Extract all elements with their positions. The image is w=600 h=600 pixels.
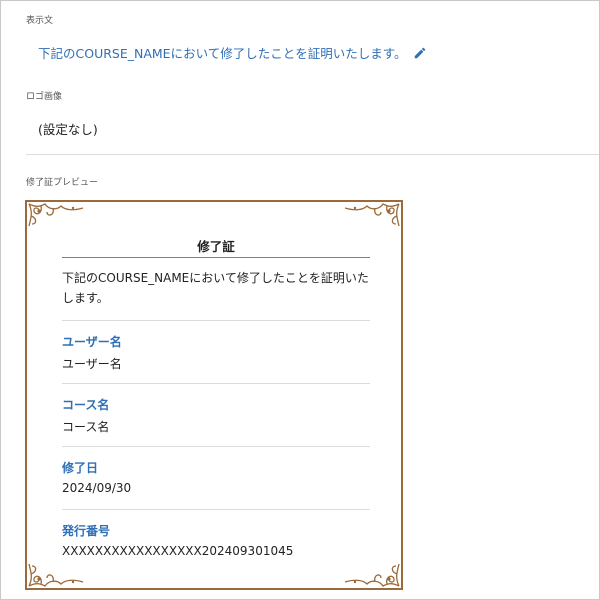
field-value-issue-number: XXXXXXXXXXXXXXXXX202409301045 [62, 544, 294, 558]
field-divider [62, 509, 370, 510]
certificate-body: 下記のCOURSE_NAMEにおいて修了したことを証明いたします。 [62, 271, 369, 305]
display-text-row: 下記のCOURSE_NAMEにおいて修了したことを証明いたします。 [38, 43, 427, 62]
corner-ornament-icon [344, 203, 400, 227]
field-label-issue-number: 発行番号 [62, 524, 111, 538]
logo-image-value: (設定なし) [38, 122, 98, 137]
certificate-preview: 修了証 下記のCOURSE_NAMEにおいて修了したことを証明いたします。 ユー… [25, 200, 403, 590]
field-value-course-name: コース名 [62, 420, 110, 434]
field-divider [62, 446, 370, 447]
title-underline [62, 257, 370, 258]
display-text-label: 表示文 [26, 16, 54, 26]
pencil-icon[interactable] [413, 46, 427, 60]
field-value-completion-date: 2024/09/30 [62, 481, 132, 495]
corner-ornament-icon [28, 203, 84, 227]
field-label-completion-date: 修了日 [62, 461, 99, 475]
field-label-user-name: ユーザー名 [62, 335, 122, 349]
field-label-course-name: コース名 [62, 398, 110, 412]
certificate-settings-panel: 表示文 下記のCOURSE_NAMEにおいて修了したことを証明いたします。 ロゴ… [0, 0, 600, 600]
section-divider [26, 154, 599, 155]
certificate-preview-label: 修了証プレビュー [26, 178, 99, 188]
certificate-title: 修了証 [197, 239, 235, 254]
corner-ornament-icon [344, 563, 400, 587]
logo-image-label: ロゴ画像 [26, 92, 63, 102]
display-text-value: 下記のCOURSE_NAMEにおいて修了したことを証明いたします。 [38, 46, 407, 61]
field-value-user-name: ユーザー名 [62, 357, 122, 371]
field-divider [62, 320, 370, 321]
corner-ornament-icon [28, 563, 84, 587]
field-divider [62, 383, 370, 384]
